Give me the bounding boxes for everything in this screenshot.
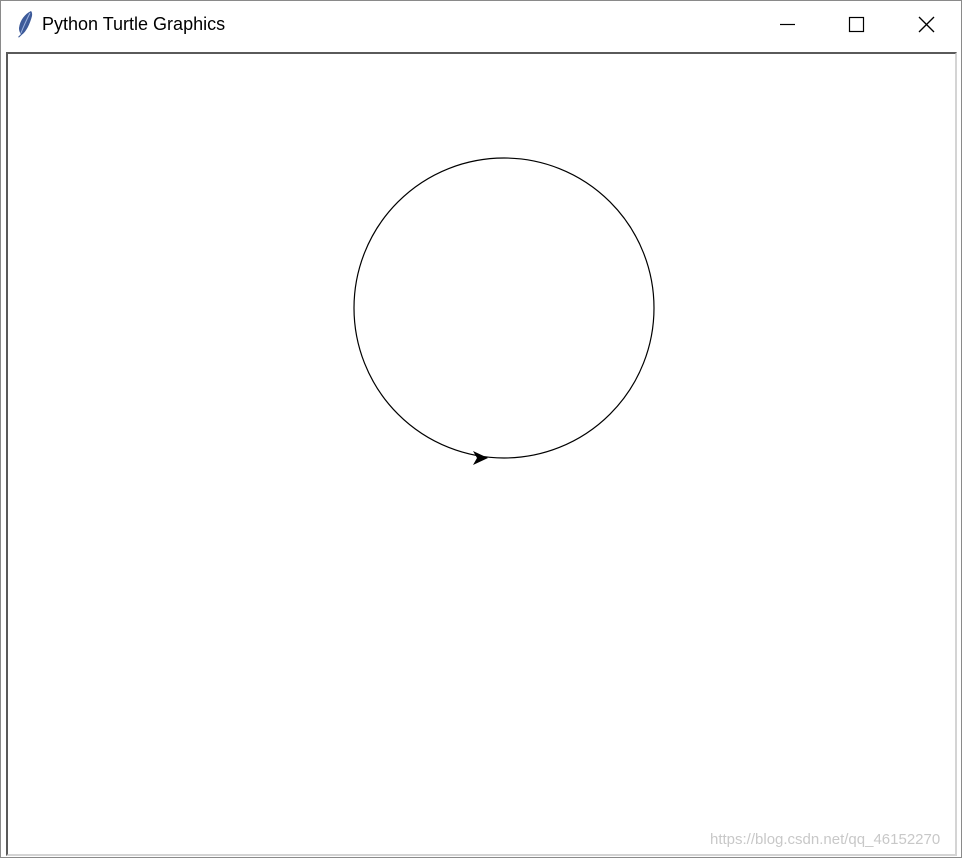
minimize-button[interactable] — [764, 1, 810, 47]
watermark: https://blog.csdn.net/qq_46152270 — [710, 831, 941, 848]
feather-icon — [18, 11, 33, 38]
title-bar[interactable]: Python Turtle Graphics — [1, 1, 961, 47]
window-title: Python Turtle Graphics — [42, 14, 226, 34]
maximize-icon — [848, 16, 865, 33]
close-button[interactable] — [903, 1, 949, 47]
drawing-surface — [353, 157, 655, 465]
minimize-icon — [780, 23, 795, 26]
turtle-canvas[interactable] — [6, 52, 957, 856]
drawn-circle — [353, 157, 655, 459]
maximize-button[interactable] — [833, 1, 879, 47]
turtle-arrow — [473, 451, 488, 465]
turtle-window: Python Turtle Graphics https://blog.csdn… — [0, 0, 962, 858]
close-icon — [918, 16, 935, 33]
